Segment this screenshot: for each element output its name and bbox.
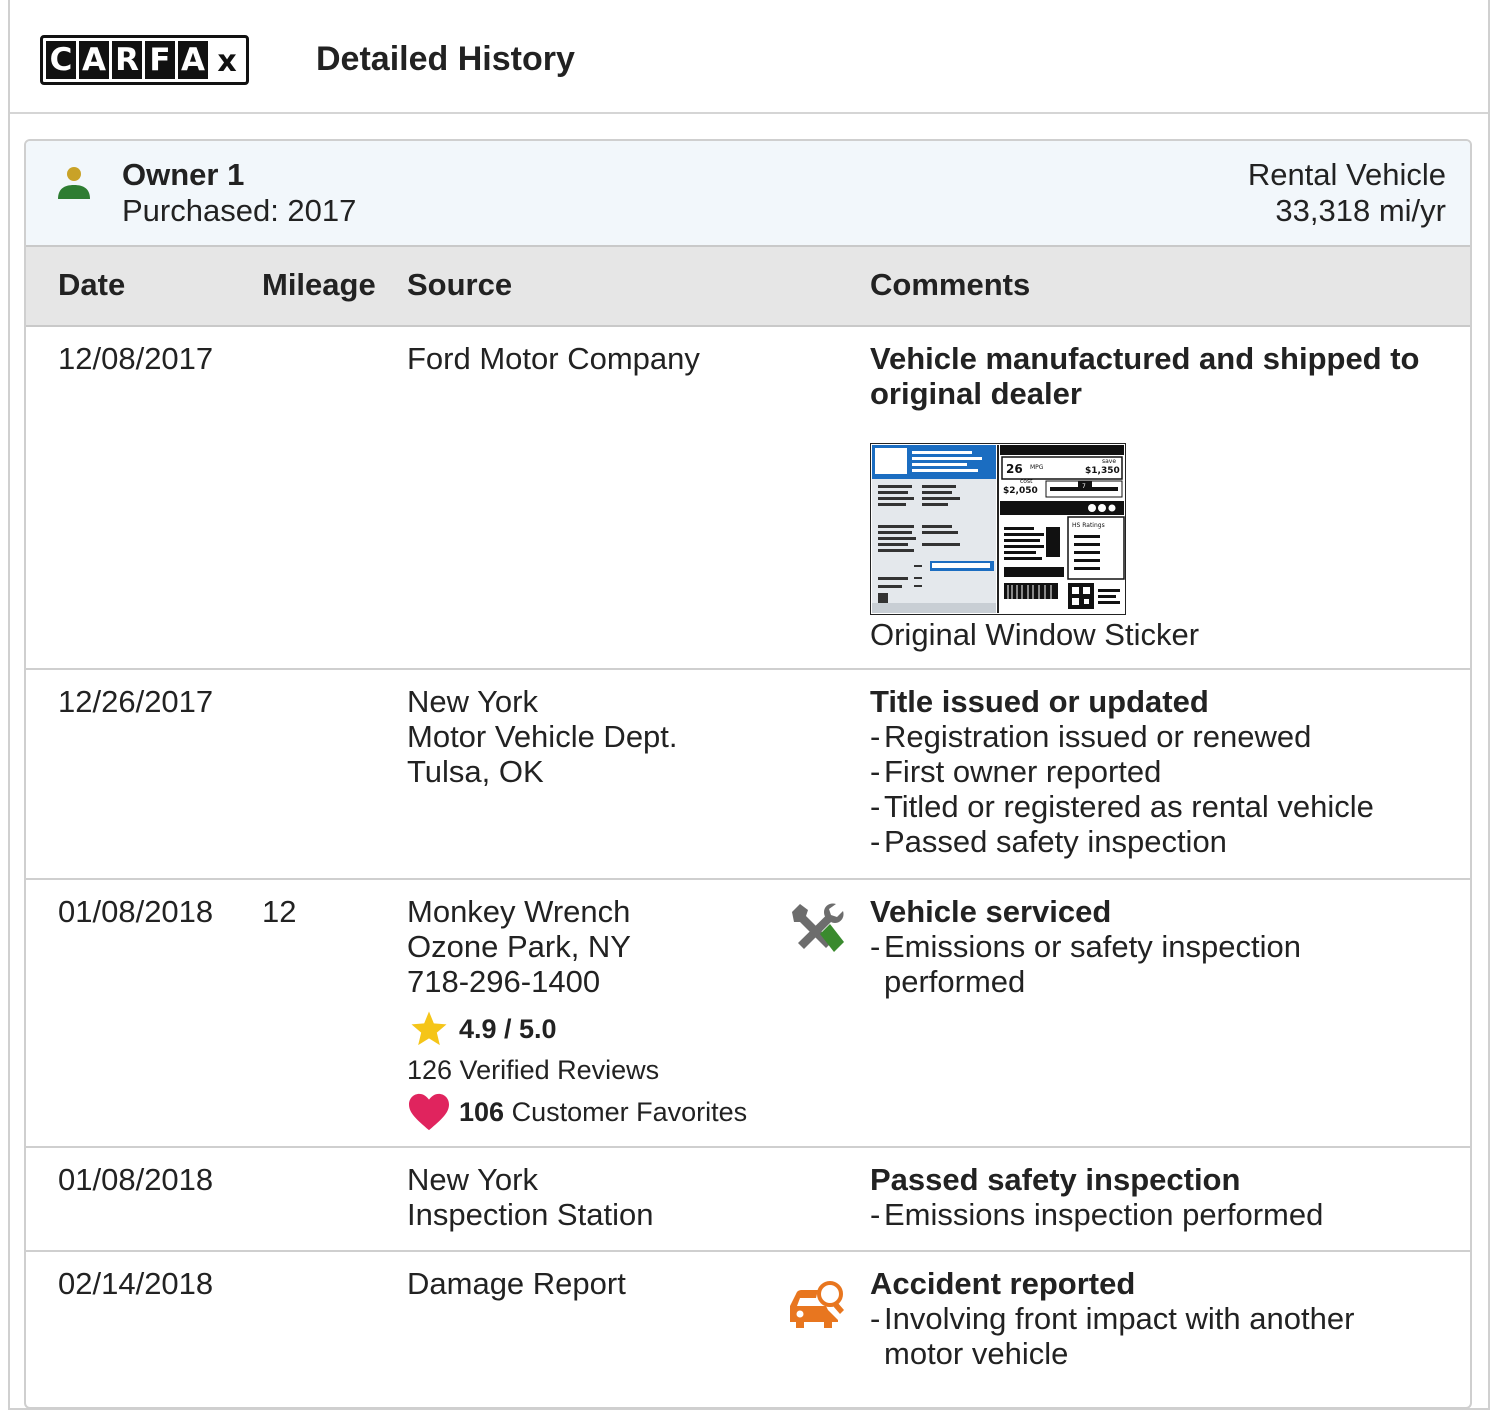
logo-letter: R <box>112 41 142 79</box>
comment-item: - Passed safety inspection <box>870 824 1227 859</box>
comment-item: - Emissions or safety inspection performe… <box>870 929 1301 999</box>
logo-letter: A <box>178 41 208 79</box>
customer-favorites: 106 Customer Favorites <box>407 1092 747 1132</box>
shop-rating: 4.9 / 5.0 <box>407 1009 747 1049</box>
verified-reviews[interactable]: 126 Verified Reviews <box>407 1053 747 1088</box>
source-line[interactable]: Monkey Wrench <box>407 894 747 929</box>
owner-vehicle-type: Rental Vehicle <box>1247 157 1446 192</box>
row-source: Monkey Wrench Ozone Park, NY 718-296-140… <box>407 894 747 1132</box>
row-date: 02/14/2018 <box>58 1266 214 1301</box>
favorites-count: 106 <box>459 1096 505 1127</box>
row-source: New York Motor Vehicle Dept. Tulsa, OK <box>407 684 678 789</box>
owner-purchased: Purchased: 2017 <box>122 193 357 228</box>
sticker-save-label: save <box>1102 458 1116 465</box>
comment-item: - Emissions inspection performed <box>870 1197 1324 1232</box>
source-line: Motor Vehicle Dept. <box>407 719 678 754</box>
car-damage-icon <box>790 1281 844 1328</box>
row-source: Damage Report <box>407 1266 626 1301</box>
comment-item: - Registration issued or renewed <box>870 719 1312 754</box>
wrench-icon <box>792 903 844 952</box>
source-line: Inspection Station <box>407 1197 654 1232</box>
sticker-ratings: HS Ratings <box>1072 522 1105 529</box>
row-date: 12/08/2017 <box>58 341 214 376</box>
logo-letter: A <box>79 41 109 79</box>
row-mileage: 12 <box>262 894 297 929</box>
heart-icon <box>409 1093 449 1131</box>
row-date: 01/08/2018 <box>58 894 214 929</box>
sticker-save: $1,350 <box>1085 466 1120 476</box>
sticker-mpg: 26 <box>1006 462 1023 476</box>
logo-letter: x <box>211 41 243 79</box>
carfax-logo: C A R F A x <box>40 35 249 85</box>
rating-value: 4.9 / 5.0 <box>459 1013 557 1044</box>
person-icon <box>58 167 90 199</box>
row-comments: Accident reported - Involving front impac… <box>870 1266 1440 1371</box>
favorites-label: Customer Favorites <box>511 1096 748 1127</box>
comment-title: Vehicle serviced <box>870 894 1112 929</box>
comment-item: - First owner reported <box>870 754 1162 789</box>
column-header-source: Source <box>407 267 513 302</box>
sticker-mpg-unit: MPG <box>1030 464 1044 471</box>
row-comments: Vehicle manufactured and shipped to orig… <box>870 341 1440 652</box>
logo-letter: C <box>46 41 76 79</box>
table-row: 02/14/2018 Damage Report Accident report… <box>26 1252 1470 1407</box>
sticker-cost-label: cost <box>1020 478 1033 485</box>
page-title: Detailed History <box>316 40 575 78</box>
row-source: Ford Motor Company <box>407 341 700 376</box>
row-date: 01/08/2018 <box>58 1162 214 1197</box>
table-row: 01/08/2018 New York Inspection Station P… <box>26 1148 1470 1252</box>
row-comments: Title issued or updated - Registration is… <box>870 684 1440 859</box>
sticker-scale: 7 <box>1082 483 1086 490</box>
window-sticker-thumbnail[interactable]: 26 MPG save $1,350 cost $2,050 7 HS Rati… <box>870 443 1126 615</box>
row-date: 12/26/2017 <box>58 684 214 719</box>
owner-miles-per-year: 33,318 mi/yr <box>1275 193 1446 228</box>
source-line: Ozone Park, NY <box>407 929 631 964</box>
window-sticker-image: 26 MPG save $1,350 cost $2,050 7 HS Rati… <box>870 443 1126 615</box>
comment-title: Accident reported <box>870 1266 1136 1301</box>
column-header-date: Date <box>58 267 126 302</box>
row-source: New York Inspection Station <box>407 1162 653 1232</box>
star-icon <box>411 1011 447 1046</box>
column-header-comments: Comments <box>870 267 1031 302</box>
owner-bar: Owner 1 Purchased: 2017 Rental Vehicle 3… <box>26 141 1470 245</box>
table-header: Date Mileage Source Comments <box>26 245 1470 327</box>
source-line: New York <box>407 684 538 719</box>
table-row: 12/08/2017 Ford Motor Company Vehicle ma… <box>26 327 1470 670</box>
owner-history-card: Owner 1 Purchased: 2017 Rental Vehicle 3… <box>24 139 1472 1409</box>
source-line: Damage Report <box>407 1266 626 1301</box>
comment-title: Title issued or updated <box>870 684 1209 719</box>
column-header-mileage: Mileage <box>262 267 376 302</box>
source-line: New York <box>407 1162 538 1197</box>
comment-title: Vehicle manufactured and shipped to orig… <box>870 341 1420 411</box>
logo-letter: F <box>145 41 175 79</box>
source-line: Ford Motor Company <box>407 341 700 376</box>
comment-item: - Involving front impact with another mot… <box>870 1301 1355 1371</box>
report-header: C A R F A x Detailed History <box>10 2 1488 114</box>
comment-item: - Titled or registered as rental vehicle <box>870 789 1374 824</box>
table-row: 12/26/2017 New York Motor Vehicle Dept. … <box>26 670 1470 880</box>
sticker-cost: $2,050 <box>1003 486 1038 496</box>
window-sticker-label[interactable]: Original Window Sticker <box>870 617 1440 652</box>
comment-title: Passed safety inspection <box>870 1162 1241 1197</box>
row-comments: Passed safety inspection - Emissions insp… <box>870 1162 1440 1232</box>
table-row: 01/08/2018 12 Monkey Wrench Ozone Park, … <box>26 880 1470 1148</box>
row-comments: Vehicle serviced - Emissions or safety in… <box>870 894 1440 999</box>
owner-name: Owner 1 <box>122 157 245 192</box>
source-line[interactable]: 718-296-1400 <box>407 964 747 999</box>
source-line: Tulsa, OK <box>407 754 544 789</box>
